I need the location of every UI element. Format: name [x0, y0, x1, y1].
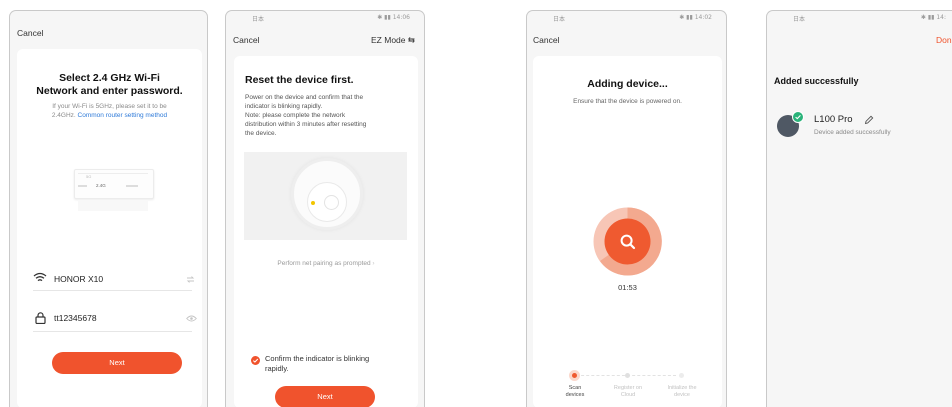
status-carrier: 日本 — [793, 16, 806, 23]
confirm-line1: Confirm the indicator is blinking — [265, 354, 370, 363]
cancel-button[interactable]: Cancel — [233, 35, 259, 45]
step-register-icon — [625, 373, 630, 378]
confirm-label: Confirm the indicator is blinking rapidl… — [265, 354, 369, 374]
page-title: Adding device... — [587, 78, 668, 90]
device-illustration — [244, 152, 407, 240]
next-button[interactable]: Next — [275, 386, 375, 407]
page-title: Reset the device first. — [245, 74, 354, 86]
wifi-hint-line2: 2.4GHz. — [51, 112, 78, 119]
wifi-hint-line1: If your Wi-Fi is 5GHz, please set it to … — [52, 103, 167, 110]
indicator-light-icon — [311, 201, 315, 205]
password-field[interactable]: tt12345678 — [54, 313, 97, 323]
countdown-timer: 01:53 — [618, 283, 637, 292]
step-register-label: Register on Cloud — [603, 385, 653, 399]
page-title-line1: Select 2.4 GHz Wi-Fi — [59, 72, 160, 84]
wifi-icon — [33, 272, 47, 282]
wifi-name-field[interactable]: HONOR X10 — [54, 274, 103, 284]
note-line1: Note: please complete the network — [245, 112, 346, 119]
note-line3: the device. — [245, 130, 277, 137]
adding-card: Adding device... Ensure that the device … — [533, 56, 722, 407]
page-title-line2: Network and enter password. — [36, 85, 183, 97]
switch-network-icon[interactable] — [186, 276, 195, 283]
status-time: ✱ ▮▮ 14:02 — [679, 14, 712, 21]
page-title: Added successfully — [774, 76, 859, 86]
status-carrier: 日本 — [553, 16, 566, 23]
step-scan-label: Scan devices — [550, 385, 600, 399]
device-name: L100 Pro — [814, 114, 853, 125]
pairing-prompt-label: Perform net pairing as prompted — [277, 260, 371, 267]
screen-wifi-select: Cancel Select 2.4 GHz Wi-Fi Network and … — [9, 10, 208, 407]
confirm-checkbox[interactable] — [251, 356, 260, 365]
done-button[interactable]: Don — [936, 35, 952, 45]
router-setting-link[interactable]: Common router setting method — [78, 112, 168, 119]
reset-instructions: Power on the device and confirm that the… — [245, 93, 366, 138]
screen-adding-device: 日本 ✱ ▮▮ 14:02 Cancel Adding device... En… — [526, 10, 727, 407]
router-item-24g: 2.4G — [96, 183, 106, 188]
device-status: Device added successfully — [814, 129, 891, 136]
ez-mode-button[interactable]: EZ Mode ⇆ — [371, 35, 415, 46]
progress-steps: Scan devices Register on Cloud Initializ… — [533, 370, 722, 407]
cancel-button[interactable]: Cancel — [533, 35, 559, 45]
step-initialize-line2: device — [674, 392, 690, 398]
screen-added-successfully: 日本 ✱ ▮▮ 14: Don Added successfully L100 … — [766, 10, 952, 407]
reset-card: Reset the device first. Power on the dev… — [234, 56, 418, 407]
status-time: ✱ ▮▮ 14: — [920, 14, 946, 21]
desc-line1: Power on the device and confirm that the — [245, 94, 364, 101]
wifi-hint: If your Wi-Fi is 5GHz, please set it to … — [25, 102, 194, 120]
wifi-card: Select 2.4 GHz Wi-Fi Network and enter p… — [17, 49, 202, 407]
desc-line2: indicator is blinking rapidly. — [245, 103, 323, 110]
device-row[interactable]: L100 Pro Device added successfully — [777, 111, 952, 141]
step-register-line1: Register on — [613, 385, 643, 391]
chevron-right-icon: › — [372, 260, 375, 267]
screen-reset-device: 日本 ✱ ▮▮ 14:06 Cancel EZ Mode ⇆ Reset the… — [225, 10, 425, 407]
note-line2: distribution within 3 minutes after rese… — [245, 121, 367, 128]
search-icon — [620, 234, 636, 250]
cancel-button[interactable]: Cancel — [17, 28, 43, 38]
check-icon — [252, 358, 259, 363]
router-illustration: 5G 2.4G — [74, 169, 154, 215]
pairing-prompt-link[interactable]: Perform net pairing as prompted › — [234, 259, 418, 268]
step-initialize-line1: Initialize the — [667, 385, 697, 391]
lock-icon — [35, 312, 46, 324]
success-check-icon — [792, 111, 804, 123]
step-initialize-label: Initialize the device — [657, 385, 707, 399]
router-item-5g: 5G — [86, 174, 92, 179]
scan-progress-ring — [592, 206, 663, 277]
page-subtitle: Ensure that the device is powered on. — [573, 98, 682, 105]
confirm-line2: rapidly. — [265, 364, 289, 373]
step-scan-line1: Scan — [568, 385, 582, 391]
status-time: ✱ ▮▮ 14:06 — [377, 14, 410, 21]
eye-icon[interactable] — [186, 315, 197, 322]
step-register-line2: Cloud — [620, 392, 636, 398]
status-carrier: 日本 — [252, 16, 265, 23]
step-scan-line2: devices — [565, 392, 585, 398]
next-button[interactable]: Next — [52, 352, 182, 374]
step-initialize-icon — [679, 373, 684, 378]
pencil-icon[interactable] — [864, 115, 874, 125]
